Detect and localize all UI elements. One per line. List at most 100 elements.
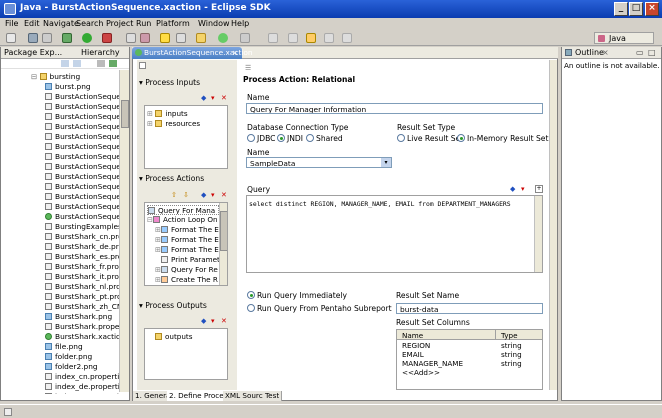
open-type-icon[interactable] bbox=[160, 33, 170, 43]
connection-name-combo[interactable]: SampleData ▾ bbox=[246, 157, 392, 168]
menu-help[interactable]: Help bbox=[231, 19, 249, 28]
query-menu-icon[interactable]: ▾ bbox=[521, 185, 525, 193]
maximize-button[interactable]: □ bbox=[629, 2, 643, 16]
tab-outline[interactable]: Outline bbox=[575, 48, 604, 57]
tree-item[interactable]: BurstShark_es.prope bbox=[1, 252, 126, 262]
tree-item[interactable]: BurstActionSequenc bbox=[1, 92, 126, 102]
radio-live-result-set[interactable]: Live Result Set bbox=[397, 134, 463, 143]
tree-item[interactable]: BurstShark.xaction bbox=[1, 332, 126, 342]
tree-item[interactable]: index_de.properties bbox=[1, 382, 126, 392]
move-down-icon[interactable]: ⇩ bbox=[183, 191, 189, 199]
query-expand-icon[interactable]: + bbox=[535, 185, 543, 193]
list-item[interactable]: Print Paramet bbox=[161, 255, 220, 264]
tab-test[interactable]: Test bbox=[263, 391, 283, 401]
column-header-name[interactable]: Name bbox=[402, 331, 423, 340]
explorer-scrollbar[interactable] bbox=[119, 70, 129, 392]
tab-hierarchy[interactable]: Hierarchy bbox=[81, 48, 120, 57]
annotation-icon[interactable] bbox=[240, 33, 250, 43]
radio-run-immediately-circle[interactable] bbox=[247, 291, 255, 299]
tree-item[interactable]: BurstActionSequenc bbox=[1, 122, 126, 132]
radio-run-immediately[interactable]: Run Query Immediately bbox=[247, 291, 347, 300]
perspective-switcher[interactable]: Java bbox=[594, 32, 654, 44]
tree-item[interactable]: BurstShark_nl.prope bbox=[1, 282, 126, 292]
radio-jdbc-circle[interactable] bbox=[247, 134, 255, 142]
menu-navigate[interactable]: Navigate bbox=[43, 19, 79, 28]
tree-item[interactable]: folder.png bbox=[1, 352, 126, 362]
list-item[interactable]: ⊞ resources bbox=[147, 119, 200, 128]
tree-item[interactable]: BurstShark_zh_CN.p bbox=[1, 302, 126, 312]
action-menu-icon[interactable]: ▾ bbox=[211, 191, 215, 199]
result-set-name-input[interactable]: burst-data bbox=[396, 303, 543, 314]
list-item-selected[interactable]: Query For Mana bbox=[147, 205, 219, 215]
radio-run-subreport-circle[interactable] bbox=[247, 304, 255, 312]
print-icon[interactable] bbox=[42, 33, 52, 43]
table-row[interactable]: REGION string bbox=[397, 341, 542, 350]
editor-scrollbar[interactable] bbox=[549, 60, 557, 390]
column-divider[interactable] bbox=[495, 330, 496, 340]
add-output-icon[interactable]: ◆ bbox=[201, 317, 206, 325]
next-annotation-icon[interactable] bbox=[268, 33, 278, 43]
back-nav-icon[interactable] bbox=[61, 60, 69, 67]
tree-item[interactable]: BurstShark.png bbox=[1, 312, 126, 322]
query-text-area[interactable]: select distinct REGION, MANAGER_NAME, EM… bbox=[246, 195, 543, 273]
radio-shared-circle[interactable] bbox=[306, 134, 314, 142]
window-title-bar[interactable]: Java - BurstActionSequence.xaction - Ecl… bbox=[0, 0, 662, 18]
menu-edit[interactable]: Edit bbox=[24, 19, 40, 28]
close-tab-icon[interactable]: × bbox=[232, 48, 238, 57]
radio-in-memory-circle[interactable] bbox=[457, 134, 465, 142]
tree-item[interactable]: burst.png bbox=[1, 82, 126, 92]
link-editor-icon[interactable] bbox=[109, 60, 117, 67]
pentaho-icon[interactable] bbox=[218, 33, 228, 43]
tree-item[interactable]: BurstShark.propertie bbox=[1, 322, 126, 332]
menu-file[interactable]: File bbox=[5, 19, 18, 28]
table-row[interactable]: <<Add>> bbox=[397, 368, 542, 377]
chevron-down-icon[interactable]: ▾ bbox=[381, 158, 391, 167]
open-folder-icon[interactable] bbox=[196, 33, 206, 43]
minimize-button[interactable]: _ bbox=[614, 2, 628, 16]
tree-toggle-icon[interactable]: ⊟ bbox=[31, 72, 40, 81]
tree-item[interactable]: BurstingExamples.xp bbox=[1, 222, 126, 232]
collapse-all-icon[interactable] bbox=[97, 60, 105, 67]
radio-jdbc[interactable]: JDBC bbox=[247, 134, 275, 143]
table-row[interactable]: EMAIL string bbox=[397, 350, 542, 359]
tab-package-explorer[interactable]: Package Exp... bbox=[4, 48, 62, 57]
run-icon[interactable] bbox=[82, 33, 92, 43]
list-item[interactable]: ⊞ inputs bbox=[147, 109, 188, 118]
tree-item[interactable]: BurstActionSequenc bbox=[1, 162, 126, 172]
explorer-scroll-thumb[interactable] bbox=[121, 100, 129, 128]
input-menu-icon[interactable]: ▾ bbox=[211, 94, 215, 102]
delete-action-icon[interactable]: ✕ bbox=[221, 191, 227, 199]
list-item[interactable]: ⊟ Action Loop On bbox=[147, 215, 218, 224]
radio-in-memory-result-set[interactable]: In-Memory Result Set bbox=[457, 134, 548, 143]
action-name-input[interactable]: Query For Manager Information bbox=[246, 103, 543, 114]
menu-window[interactable]: Window bbox=[198, 19, 230, 28]
tree-item[interactable]: BurstActionSequenc bbox=[1, 202, 126, 212]
radio-shared[interactable]: Shared bbox=[306, 134, 343, 143]
editor-tab-burst[interactable]: BurstActionSequence.xaction × bbox=[132, 47, 253, 59]
radio-jndi[interactable]: JNDI bbox=[277, 134, 303, 143]
close-outline-icon[interactable]: × bbox=[602, 48, 609, 57]
tree-item[interactable]: BurstActionSequenc bbox=[1, 182, 126, 192]
radio-live-circle[interactable] bbox=[397, 134, 405, 142]
debug-icon[interactable] bbox=[62, 33, 72, 43]
maximize-outline-icon[interactable]: □ bbox=[648, 48, 656, 57]
forward-nav-icon[interactable] bbox=[73, 60, 81, 67]
tree-item[interactable]: BurstActionSequenc bbox=[1, 132, 126, 142]
process-inputs-title[interactable]: ▾ Process Inputs bbox=[139, 78, 200, 87]
delete-input-icon[interactable]: ✕ bbox=[221, 94, 227, 102]
close-button[interactable]: × bbox=[645, 2, 659, 16]
tree-item[interactable]: BurstShark_it.prope bbox=[1, 272, 126, 282]
output-menu-icon[interactable]: ▾ bbox=[211, 317, 215, 325]
tree-item[interactable]: BurstShark_cn.prope bbox=[1, 232, 126, 242]
radio-jndi-circle[interactable] bbox=[277, 134, 285, 142]
menu-project[interactable]: Project bbox=[106, 19, 133, 28]
query-scrollbar[interactable] bbox=[534, 196, 542, 272]
tree-item[interactable]: index_es.properties bbox=[1, 392, 126, 394]
add-action-icon[interactable]: ◆ bbox=[201, 191, 206, 199]
tree-item[interactable]: BurstShark_fr.prope bbox=[1, 262, 126, 272]
tree-item[interactable]: folder2.png bbox=[1, 362, 126, 372]
tree-item[interactable]: BurstActionSequenc bbox=[1, 112, 126, 122]
search-icon[interactable] bbox=[176, 33, 186, 43]
new-package-icon[interactable] bbox=[126, 33, 136, 43]
tree-folder-bursting[interactable]: ⊟ bursting bbox=[1, 72, 126, 82]
